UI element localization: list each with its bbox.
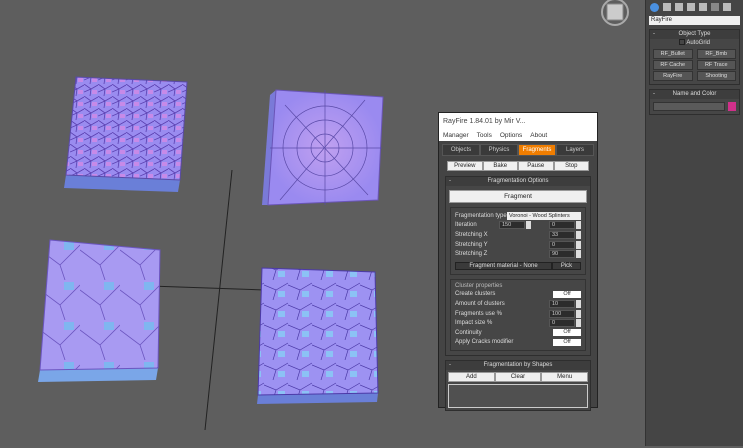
rollout-title: Object Type [678, 31, 711, 37]
menu-button[interactable]: Menu [541, 372, 589, 383]
impact-label: Impact size % [455, 320, 493, 327]
continuity-label: Continuity [455, 329, 482, 336]
iteration-input[interactable]: 150 [499, 221, 525, 230]
stretch-x-label: Stretching X [455, 231, 488, 238]
menu-about[interactable]: About [530, 132, 547, 139]
lights-icon[interactable] [687, 3, 695, 11]
rayfire-window: RayFire 1.84.01 by Mir V... Manager Tool… [438, 112, 598, 412]
shapes-icon[interactable] [675, 3, 683, 11]
shapes-list[interactable] [448, 384, 588, 409]
command-tabs [646, 0, 743, 14]
shooting-button[interactable]: Shooting [696, 71, 736, 81]
spinner[interactable] [576, 221, 581, 230]
cameras-icon[interactable] [699, 3, 707, 11]
type-label: Fragmentation type [455, 212, 507, 219]
cracks-toggle[interactable]: Off [553, 338, 581, 346]
stretch-x-input[interactable]: 33 [549, 230, 575, 239]
rf-bmb-button[interactable]: RF_Bmb [696, 49, 736, 59]
bake-button[interactable]: Bake [482, 161, 518, 171]
cube-1-voronoi [65, 76, 188, 181]
spinner[interactable] [576, 309, 581, 318]
command-panel: RayFire - Object Type AutoGrid RF_Bullet … [645, 0, 743, 446]
iteration-spinner[interactable] [526, 221, 531, 230]
stretch-y-input[interactable]: 0 [549, 240, 575, 249]
name-color-rollout: - Name and Color [649, 89, 740, 115]
object-type-rollout: - Object Type AutoGrid RF_Bullet RF_Bmb R… [649, 29, 740, 85]
color-swatch[interactable] [728, 102, 736, 111]
spinner[interactable] [576, 250, 581, 259]
viewcube [606, 3, 624, 21]
geometry-icon[interactable] [663, 3, 671, 11]
spinner[interactable] [576, 299, 581, 308]
fragment-settings-group: Fragmentation type Voronoi - Wood Splinte… [450, 207, 586, 275]
cube-4-voronoi [257, 267, 379, 396]
pick-button[interactable]: Pick [552, 261, 581, 270]
fragments-use-label: Fragments use % [455, 310, 503, 317]
create-clusters-toggle[interactable]: Off [553, 290, 581, 298]
stretch-y-label: Stretching Y [455, 241, 488, 248]
amount-label: Amount of clusters [455, 300, 505, 307]
amount-input[interactable]: 10 [549, 299, 575, 308]
pause-button[interactable]: Pause [518, 161, 554, 171]
tab-objects[interactable]: Objects [442, 144, 480, 156]
rf-bullet-button[interactable]: RF_Bullet [653, 49, 693, 59]
create-clusters-label: Create clusters [455, 291, 496, 298]
category-dropdown[interactable]: RayFire [649, 16, 740, 25]
rollout-title: Name and Color [672, 91, 717, 97]
rollout-title: Fragmentation by Shapes [483, 362, 553, 369]
systems-icon[interactable] [723, 3, 731, 11]
name-input[interactable] [653, 102, 725, 111]
spinner[interactable] [576, 230, 581, 239]
continuity-toggle[interactable]: Off [553, 329, 581, 337]
cube-2-radial [267, 89, 384, 206]
cracks-label: Apply Cracks modifier [455, 339, 514, 346]
autogrid-label: AutoGrid [686, 40, 711, 46]
tab-physics[interactable]: Physics [480, 144, 518, 156]
fragmentation-options-rollout: - Fragmentation Options Fragment Fragment… [445, 176, 591, 357]
object-type-header[interactable]: - Object Type [650, 30, 739, 39]
preview-button[interactable]: Preview [447, 161, 483, 171]
rf-trace-button[interactable]: RF Trace [696, 60, 736, 70]
fragmentation-options-header[interactable]: - Fragmentation Options [446, 177, 590, 186]
fragment-button[interactable]: Fragment [449, 190, 587, 203]
tab-fragments[interactable]: Fragments [518, 144, 556, 156]
spinner[interactable] [576, 240, 581, 249]
stretch-z-input[interactable]: 90 [549, 250, 575, 259]
window-title: RayFire 1.84.01 by Mir V... [439, 113, 597, 129]
stretch-z-label: Stretching Z [455, 251, 488, 258]
rollout-title: Fragmentation Options [487, 178, 549, 184]
spinner[interactable] [576, 319, 581, 328]
cluster-header: Cluster properties [455, 283, 503, 290]
menu-manager[interactable]: Manager [443, 132, 469, 139]
fragmentation-type-select[interactable]: Voronoi - Wood Splinters [507, 211, 581, 220]
iteration-label: Iteration [455, 222, 477, 229]
iteration-input-2[interactable]: 0 [549, 221, 575, 230]
menu-options[interactable]: Options [500, 132, 522, 139]
cluster-properties-group: Cluster properties Create clusters Off Am… [450, 278, 586, 352]
rf-cache-button[interactable]: RF Cache [653, 60, 693, 70]
menu-tools[interactable]: Tools [477, 132, 492, 139]
add-button[interactable]: Add [448, 372, 495, 383]
autogrid-checkbox[interactable]: AutoGrid [650, 39, 739, 48]
fragment-material-button[interactable]: Fragment material - None [455, 261, 552, 270]
cube-3-voronoi [39, 239, 161, 371]
fragments-use-input[interactable]: 100 [549, 309, 575, 318]
rayfire-button[interactable]: RayFire [653, 71, 693, 81]
tab-layers[interactable]: Layers [556, 144, 594, 156]
impact-input[interactable]: 0 [549, 319, 575, 328]
create-icon[interactable] [650, 3, 659, 12]
name-color-header[interactable]: - Name and Color [650, 90, 739, 99]
clear-button[interactable]: Clear [494, 372, 542, 383]
shapes-rollout: - Fragmentation by Shapes Add Clear Menu [445, 360, 591, 412]
helpers-icon[interactable] [711, 3, 719, 11]
shapes-header[interactable]: - Fragmentation by Shapes [446, 361, 590, 371]
stop-button[interactable]: Stop [553, 161, 589, 171]
